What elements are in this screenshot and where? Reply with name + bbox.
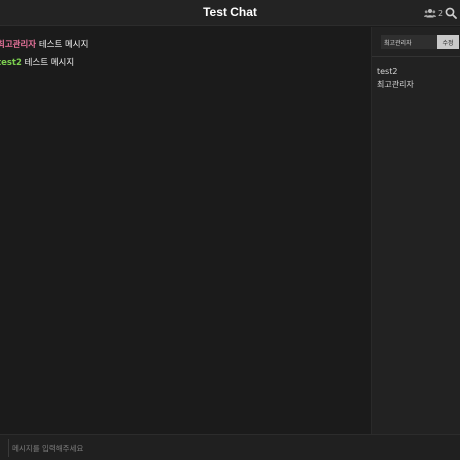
message-input[interactable] xyxy=(12,439,452,457)
chat-title: Test Chat xyxy=(203,5,257,19)
users-icon xyxy=(424,9,436,18)
composer-bar xyxy=(0,434,460,460)
search-icon[interactable] xyxy=(445,7,457,19)
user-list: test2 최고관리자 xyxy=(377,65,414,91)
message-author[interactable]: 최고관리자 xyxy=(0,40,36,50)
user-sidebar: 수정 test2 최고관리자 xyxy=(371,27,460,434)
message-author[interactable]: test2 xyxy=(0,58,22,68)
divider xyxy=(8,439,9,457)
edit-nickname-button[interactable]: 수정 xyxy=(437,35,459,49)
message-text: 테스트 메시지 xyxy=(24,58,75,68)
user-count: 2 xyxy=(438,8,444,18)
user-list-item[interactable]: 최고관리자 xyxy=(377,78,414,91)
chat-message: test2 테스트 메시지 xyxy=(0,56,74,68)
top-bar: Test Chat 2 xyxy=(0,0,460,26)
chat-message: 최고관리자 테스트 메시지 xyxy=(0,38,88,50)
message-text: 테스트 메시지 xyxy=(38,40,89,50)
user-list-item[interactable]: test2 xyxy=(377,65,414,78)
user-count-button[interactable]: 2 xyxy=(424,6,443,20)
divider xyxy=(372,56,460,57)
message-area[interactable]: 최고관리자 테스트 메시지 test2 테스트 메시지 xyxy=(0,27,371,434)
nickname-input[interactable] xyxy=(381,35,437,49)
